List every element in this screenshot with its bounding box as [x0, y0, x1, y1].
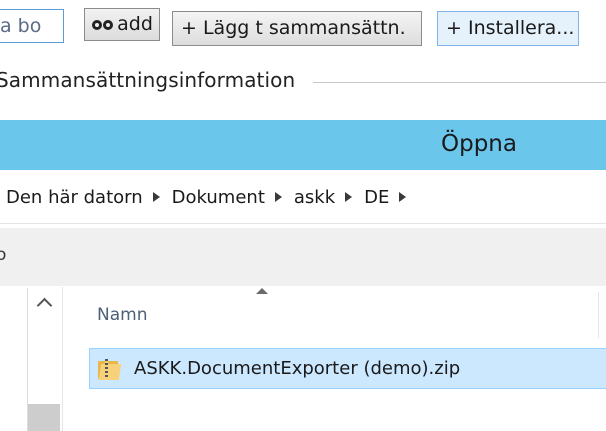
add-assembly-button[interactable]: + Lägg t sammansättn.: [172, 11, 422, 46]
file-name: ASKK.DocumentExporter (demo).zip: [134, 358, 461, 379]
zip-folder-icon: [98, 357, 122, 381]
assembly-info-group-title: Sammansättningsinformation: [0, 68, 296, 92]
column-header-name[interactable]: Namn: [88, 303, 597, 343]
scrollbar-thumb[interactable]: [28, 404, 60, 431]
sort-ascending-icon: [256, 288, 268, 294]
dialog-title: Öppna: [441, 131, 517, 157]
breadcrumb-item-documents[interactable]: Dokument: [169, 187, 273, 208]
install-button[interactable]: + Installera...: [437, 11, 579, 46]
breadcrumb-separator-icon[interactable]: [399, 192, 407, 202]
breadcrumb-item-askk[interactable]: askk: [291, 187, 343, 208]
breadcrumb[interactable]: Den här datorn Dokument askk DE: [0, 171, 606, 224]
breadcrumb-separator-icon[interactable]: [152, 192, 160, 202]
file-row[interactable]: ASKK.DocumentExporter (demo).zip: [89, 348, 606, 389]
breadcrumb-separator-icon[interactable]: [274, 192, 282, 202]
command-bar: [0, 228, 606, 286]
command-bar-label[interactable]: o: [0, 245, 6, 265]
breadcrumb-item-de[interactable]: DE: [361, 187, 397, 208]
add-button-label: add: [117, 13, 153, 35]
group-divider: [313, 82, 606, 83]
add-button[interactable]: add: [84, 8, 160, 41]
column-divider[interactable]: [598, 292, 599, 338]
breadcrumb-item-this-pc[interactable]: Den här datorn: [3, 187, 151, 208]
search-input[interactable]: a bo: [0, 9, 64, 43]
scroll-up-icon[interactable]: [28, 288, 60, 318]
breadcrumb-separator-icon[interactable]: [345, 192, 353, 202]
binoculars-icon: [91, 17, 115, 33]
group-divider-highlight: [313, 86, 606, 87]
